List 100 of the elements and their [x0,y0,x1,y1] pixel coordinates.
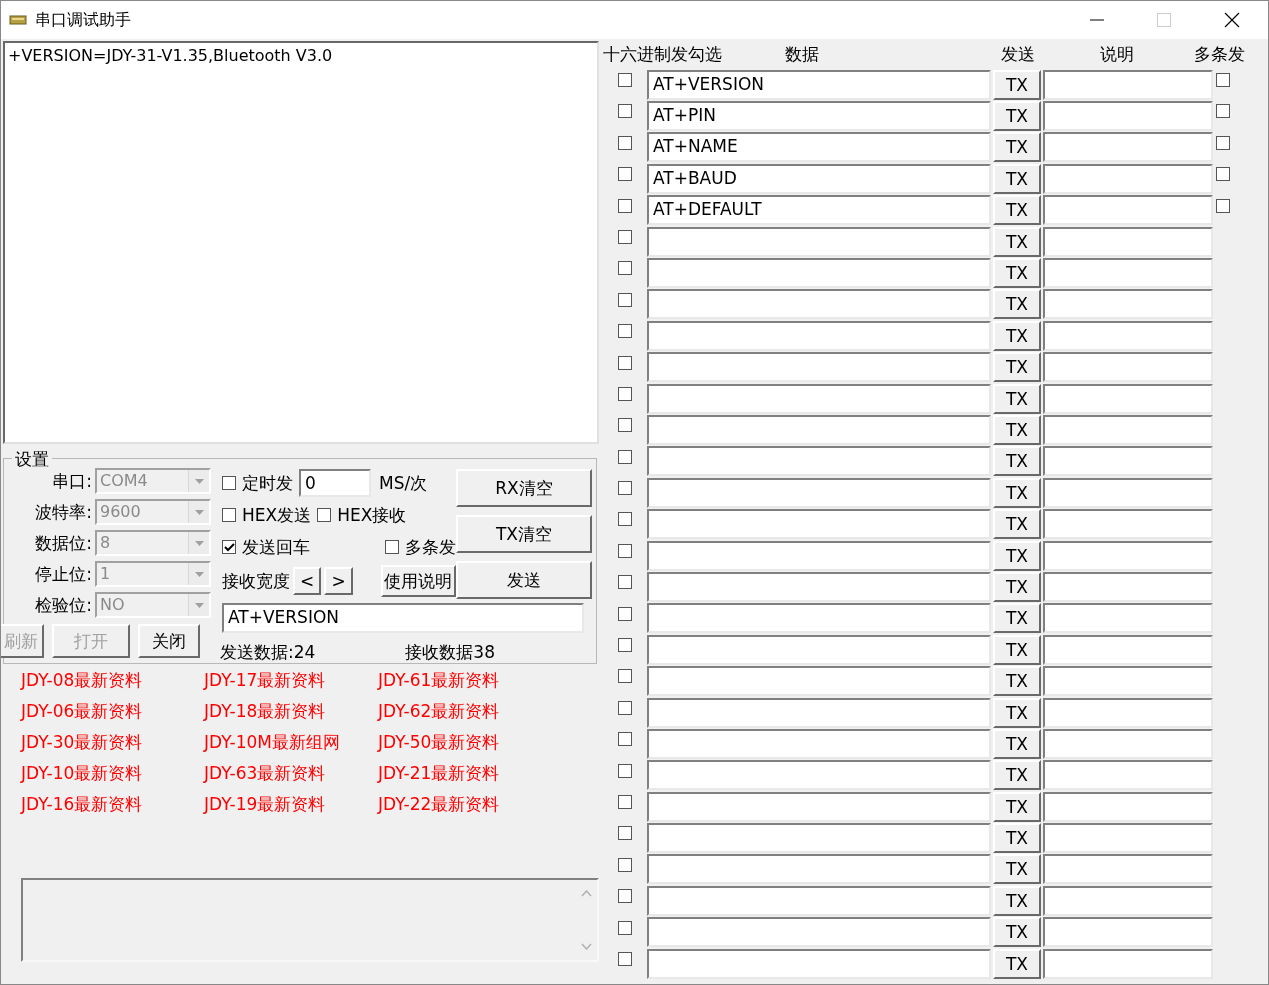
multi-checkbox[interactable] [1216,167,1230,182]
multi-checkbox[interactable] [1216,198,1230,213]
action-button[interactable]: RX清空 [456,469,592,507]
note-field[interactable] [1043,885,1213,916]
command-field[interactable] [647,320,991,351]
note-field[interactable] [1043,948,1213,979]
note-field[interactable] [1043,383,1213,414]
width-button[interactable]: > [324,567,353,595]
hex-checkbox[interactable] [618,324,632,339]
command-field[interactable] [647,509,991,540]
note-field[interactable] [1043,697,1213,728]
checkbox[interactable] [222,508,236,522]
hex-checkbox[interactable] [618,198,632,213]
hex-checkbox[interactable] [618,575,632,590]
download-link[interactable]: JDY-10最新资料 [21,761,143,786]
close-icon[interactable] [1224,12,1240,28]
download-link[interactable]: JDY-17最新资料 [204,668,326,693]
command-field[interactable] [647,917,991,948]
command-field[interactable] [647,446,991,477]
download-link[interactable]: JDY-21最新资料 [378,761,500,786]
note-field[interactable] [1043,477,1213,508]
send-button[interactable]: TX [993,571,1041,602]
command-field[interactable] [647,760,991,791]
hex-checkbox[interactable] [618,951,632,966]
hex-checkbox[interactable] [618,763,632,778]
send-button[interactable]: TX [993,728,1041,759]
note-field[interactable] [1043,258,1213,289]
note-field[interactable] [1043,666,1213,697]
command-field[interactable] [647,383,991,414]
send-button[interactable]: TX [993,320,1041,351]
multi-checkbox[interactable] [1216,135,1230,150]
send-button[interactable]: TX [993,446,1041,477]
send-button[interactable]: TX [993,697,1041,728]
hex-checkbox[interactable] [618,857,632,872]
command-field[interactable] [647,289,991,320]
port-button[interactable]: 关闭 [138,624,200,658]
note-field[interactable] [1043,571,1213,602]
download-link[interactable]: JDY-62最新资料 [378,699,500,724]
command-field[interactable] [647,728,991,759]
command-field[interactable] [647,415,991,445]
send-input[interactable]: AT+VERSION [222,603,584,633]
hex-checkbox[interactable] [618,73,632,87]
download-link[interactable]: JDY-06最新资料 [21,699,143,724]
receive-area[interactable]: +VERSION=JDY-31-V1.35,Bluetooth V3.0 [3,41,599,444]
note-field[interactable] [1043,289,1213,320]
hex-checkbox[interactable] [618,481,632,496]
hex-checkbox[interactable] [618,669,632,684]
hex-checkbox[interactable] [618,700,632,715]
command-field[interactable]: AT+PIN [647,101,991,132]
send-button[interactable]: TX [993,289,1041,320]
send-button[interactable]: TX [993,415,1041,445]
send-button[interactable]: TX [993,948,1041,979]
checkbox[interactable] [222,540,236,554]
note-field[interactable] [1043,603,1213,634]
command-field[interactable] [647,540,991,571]
send-button[interactable]: TX [993,163,1041,194]
send-button[interactable]: TX [993,885,1041,916]
command-field[interactable] [647,948,991,979]
checkbox[interactable] [317,508,332,522]
hex-checkbox[interactable] [618,104,632,119]
send-button[interactable]: TX [993,101,1041,132]
command-field[interactable] [647,352,991,383]
send-button[interactable]: TX [993,666,1041,697]
note-field[interactable] [1043,728,1213,759]
note-field[interactable] [1043,320,1213,351]
note-field[interactable] [1043,823,1213,854]
hex-checkbox[interactable] [618,386,632,401]
download-link[interactable]: JDY-50最新资料 [378,730,500,755]
send-button[interactable]: TX [993,760,1041,791]
send-button[interactable]: TX [993,383,1041,414]
download-link[interactable]: JDY-10M最新组网 [204,730,340,755]
note-field[interactable] [1043,791,1213,822]
hex-checkbox[interactable] [618,889,632,904]
hex-checkbox[interactable] [618,292,632,307]
note-field[interactable] [1043,163,1213,194]
note-field[interactable] [1043,509,1213,540]
action-button[interactable]: TX清空 [456,515,592,553]
note-field[interactable] [1043,101,1213,132]
hex-checkbox[interactable] [618,826,632,841]
hex-checkbox[interactable] [618,449,632,464]
hex-checkbox[interactable] [618,638,632,653]
multi-checkbox[interactable] [1216,73,1230,87]
command-field[interactable]: AT+VERSION [647,69,991,100]
hex-checkbox[interactable] [618,229,632,244]
download-link[interactable]: JDY-08最新资料 [21,668,143,693]
note-field[interactable] [1043,854,1213,885]
download-link[interactable]: JDY-63最新资料 [204,761,326,786]
hex-checkbox[interactable] [618,418,632,433]
note-field[interactable] [1043,634,1213,665]
command-field[interactable] [647,823,991,854]
send-button[interactable]: TX [993,603,1041,634]
send-button[interactable]: TX [993,195,1041,226]
send-button[interactable]: TX [993,258,1041,289]
download-link[interactable]: JDY-22最新资料 [378,792,500,817]
command-field[interactable]: AT+NAME [647,132,991,163]
hex-checkbox[interactable] [618,795,632,809]
note-field[interactable] [1043,917,1213,948]
command-field[interactable] [647,571,991,602]
send-button[interactable]: TX [993,917,1041,948]
command-field[interactable]: AT+BAUD [647,163,991,194]
